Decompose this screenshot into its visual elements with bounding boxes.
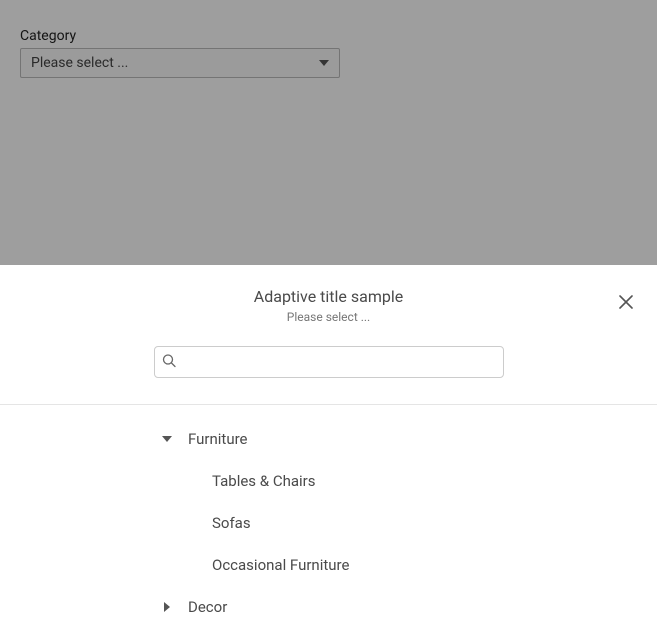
modal-header: Adaptive title sample Please select ...: [0, 265, 657, 324]
close-icon: [619, 295, 637, 309]
caret-right-icon: [160, 602, 174, 612]
tree-item-label: Tables & Chairs: [212, 472, 315, 490]
tree-item-tables-chairs[interactable]: Tables & Chairs: [212, 469, 657, 493]
search-input[interactable]: [154, 346, 504, 378]
tree-item-sofas[interactable]: Sofas: [212, 511, 657, 535]
close-button[interactable]: [619, 295, 637, 313]
tree-item-label: Decor: [188, 598, 227, 616]
search-field: [154, 346, 504, 378]
tree-item-occasional-furniture[interactable]: Occasional Furniture: [212, 553, 657, 577]
caret-down-icon: [160, 436, 174, 442]
tree-item-label: Occasional Furniture: [212, 556, 349, 574]
picker-modal: Adaptive title sample Please select ... …: [0, 265, 657, 622]
tree-item-decor[interactable]: Decor: [160, 595, 657, 619]
tree-item-furniture[interactable]: Furniture: [160, 427, 657, 451]
category-tree: Furniture Tables & Chairs Sofas Occasion…: [0, 405, 657, 619]
tree-item-label: Sofas: [212, 514, 251, 532]
modal-backdrop-dim: [0, 0, 657, 265]
tree-item-label: Furniture: [188, 430, 248, 448]
tree-children-furniture: Tables & Chairs Sofas Occasional Furnitu…: [160, 469, 657, 577]
modal-subtitle: Please select ...: [0, 310, 657, 324]
modal-title: Adaptive title sample: [0, 287, 657, 306]
